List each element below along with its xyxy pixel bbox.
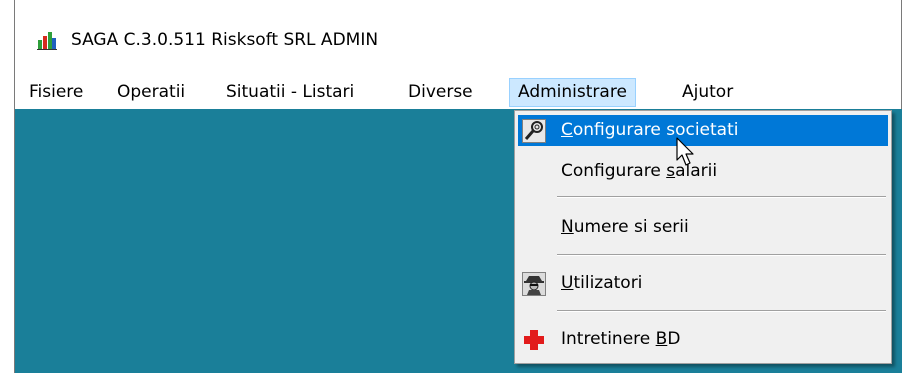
menu-item-label: Intretinere BD xyxy=(561,329,681,349)
menu-separator xyxy=(557,310,886,312)
saga-app-icon xyxy=(37,32,57,50)
menu-item-utilizatori[interactable]: Utilizatori xyxy=(518,268,888,299)
menu-item-label: Utilizatori xyxy=(561,273,643,293)
menu-item-configurare-societati[interactable]: Configurare societati xyxy=(518,115,888,146)
menu-operatii[interactable]: Operatii xyxy=(109,78,193,107)
menu-situatii-listari[interactable]: Situatii - Listari xyxy=(218,78,362,107)
window-title: SAGA C.3.0.511 Risksoft SRL ADMIN xyxy=(71,30,379,50)
mouse-cursor-icon xyxy=(676,137,694,166)
menu-bar: Fisiere Operatii Situatii - Listari Dive… xyxy=(15,76,902,109)
administrare-dropdown-menu: Configurare societati Configurare salari… xyxy=(514,110,892,364)
wrench-icon xyxy=(522,119,546,143)
spy-user-icon xyxy=(522,272,546,296)
menu-separator xyxy=(557,196,886,198)
menu-item-numere-si-serii[interactable]: Numere si serii xyxy=(518,212,888,243)
app-window: SAGA C.3.0.511 Risksoft SRL ADMIN Fisier… xyxy=(14,0,915,373)
menu-diverse[interactable]: Diverse xyxy=(400,78,481,107)
menu-administrare[interactable]: Administrare xyxy=(509,78,636,107)
menu-item-label: Configurare societati xyxy=(561,120,739,140)
menu-item-configurare-salarii[interactable]: Configurare salarii xyxy=(518,156,888,187)
title-bar[interactable]: SAGA C.3.0.511 Risksoft SRL ADMIN xyxy=(15,0,902,76)
red-cross-icon xyxy=(524,330,544,350)
menu-separator xyxy=(557,254,886,256)
menu-item-label: Numere si serii xyxy=(561,217,689,237)
menu-fisiere[interactable]: Fisiere xyxy=(21,78,91,107)
menu-ajutor[interactable]: Ajutor xyxy=(674,78,741,107)
menu-item-intretinere-bd[interactable]: Intretinere BD xyxy=(518,324,888,355)
